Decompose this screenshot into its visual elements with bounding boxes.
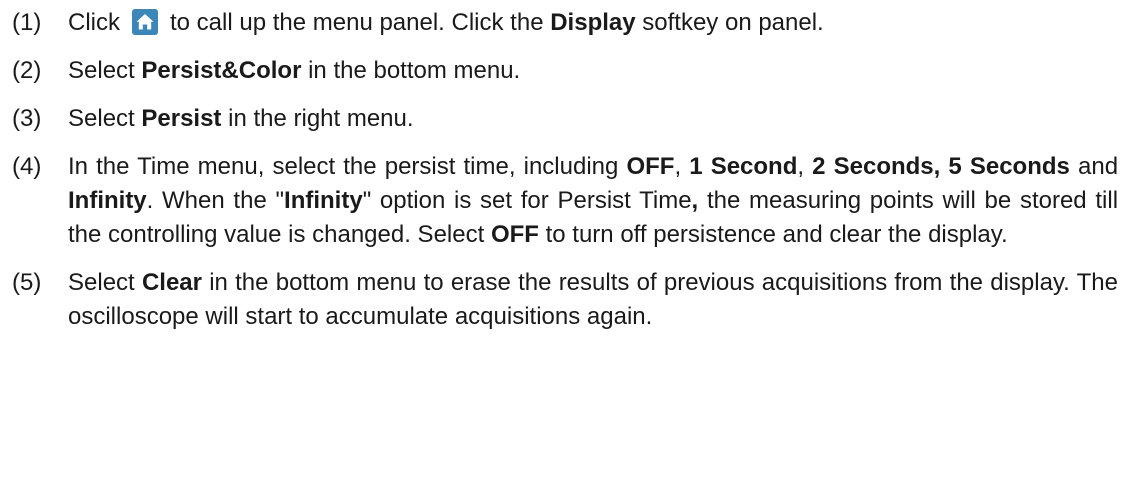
instruction-list: (1) Click to call up the menu panel. Clic…: [12, 6, 1118, 334]
step-text: Select Clear in the bottom menu to erase…: [68, 269, 1118, 330]
step-text: Select Persist&Color in the bottom menu.: [68, 57, 521, 84]
step-number: (2): [12, 57, 42, 84]
step-text: In the Time menu, select the persist tim…: [68, 153, 1119, 248]
step-number: (3): [12, 105, 42, 132]
step-5: (5) Select Clear in the bottom menu to e…: [12, 266, 1118, 334]
step-4: (4) In the Time menu, select the persist…: [12, 150, 1118, 252]
step-number: (5): [12, 269, 42, 296]
home-icon: [132, 9, 158, 35]
step-1: (1) Click to call up the menu panel. Clic…: [12, 6, 1118, 40]
step-3: (3) Select Persist in the right menu.: [12, 102, 1118, 136]
step-number: (4): [12, 153, 42, 180]
step-number: (1): [12, 9, 42, 36]
step-text: Select Persist in the right menu.: [68, 105, 414, 132]
step-text: Click to call up the menu panel. Click th…: [68, 9, 824, 36]
step-2: (2) Select Persist&Color in the bottom m…: [12, 54, 1118, 88]
